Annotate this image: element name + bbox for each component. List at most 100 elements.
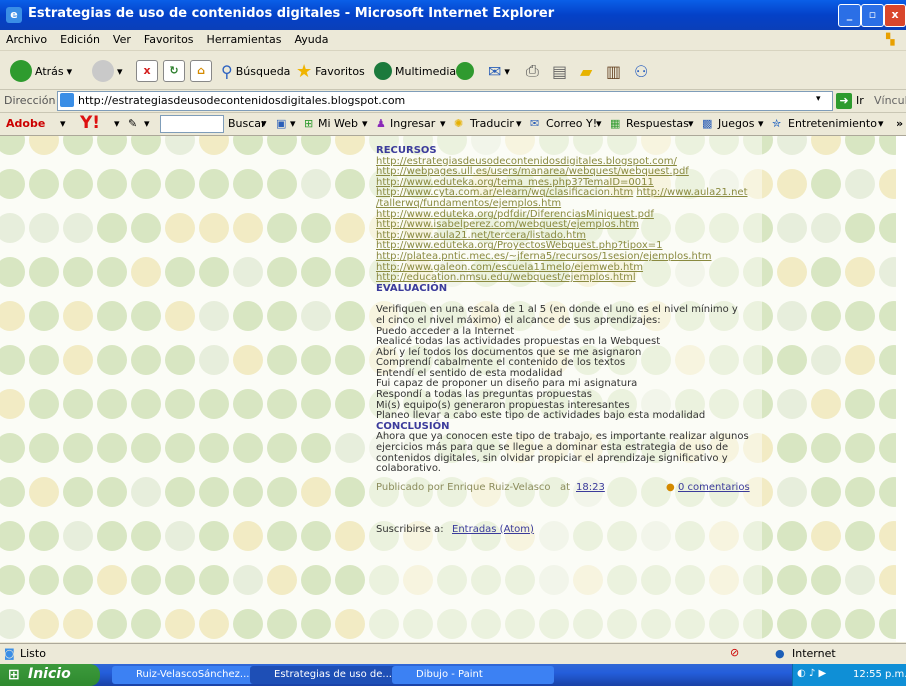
chevron-down-icon[interactable]: ▾	[816, 94, 821, 104]
juegos-button[interactable]: Juegos	[718, 117, 754, 130]
chevron-down-icon[interactable]: ▾	[878, 117, 884, 130]
background-dot	[267, 609, 297, 639]
background-dot	[811, 565, 841, 595]
popup-blocker-icon: ⊘	[730, 646, 740, 659]
resource-link[interactable]: /tallerwq/fundamentos/ejemplos.htm	[376, 198, 756, 210]
chevron-down-icon[interactable]: ▾	[261, 117, 267, 130]
background-dot	[335, 565, 365, 595]
background-dot	[233, 521, 263, 551]
adobe-label[interactable]: Adobe	[6, 117, 45, 130]
entretenimiento-button[interactable]: Entretenimiento	[788, 117, 877, 130]
forward-button[interactable]: ▾	[92, 59, 123, 83]
yahoo-search-input[interactable]	[160, 115, 224, 133]
menu-ver[interactable]: Ver	[107, 30, 138, 46]
ingresar-button[interactable]: Ingresar	[390, 117, 435, 130]
background-dot	[131, 213, 161, 243]
chevron-down-icon[interactable]: ▾	[290, 117, 296, 130]
overflow-chevron-icon[interactable]: »	[896, 117, 903, 130]
research-icon[interactable]: ▥	[606, 62, 621, 81]
resource-link[interactable]: http://platea.pntic.mec.es/~jferna5/recu…	[376, 251, 756, 263]
menu-herramientas[interactable]: Herramientas	[201, 30, 289, 46]
taskbar-item-paint[interactable]: Dibujo - Paint	[392, 666, 554, 684]
background-dot	[845, 389, 875, 419]
background-dot	[131, 433, 161, 463]
post-time-link[interactable]: 18:23	[576, 482, 605, 494]
chevron-down-icon[interactable]: ▾	[114, 117, 120, 130]
background-dot	[97, 433, 127, 463]
menu-ayuda[interactable]: Ayuda	[288, 30, 335, 46]
back-button[interactable]: Atrás ▾	[10, 59, 72, 83]
background-dot	[131, 136, 161, 155]
background-dot	[29, 169, 59, 199]
start-button[interactable]: ⊞ Inicio	[0, 664, 100, 686]
history-icon[interactable]	[456, 62, 474, 80]
links-label[interactable]: Vínculos	[866, 94, 906, 107]
background-dot	[0, 257, 25, 287]
chevron-down-icon[interactable]: ▾	[758, 117, 764, 130]
menu-favoritos[interactable]: Favoritos	[138, 30, 201, 46]
background-dot	[301, 565, 331, 595]
home-icon[interactable]: ⌂	[190, 60, 212, 82]
chevron-down-icon[interactable]: ▾	[688, 117, 694, 130]
favorites-button[interactable]: ★ Favoritos	[296, 59, 365, 83]
respuestas-button[interactable]: Respuestas	[626, 117, 689, 130]
resource-link[interactable]: http://www.cyta.com.ar/elearn/wq/clasifi…	[376, 187, 633, 199]
subscribe-atom-link[interactable]: Entradas (Atom)	[452, 524, 534, 536]
folder-icon[interactable]: ▰	[580, 62, 592, 81]
background-dot	[165, 345, 195, 375]
edit-icon[interactable]: ▤	[552, 62, 567, 81]
minimize-button[interactable]: _	[838, 4, 861, 27]
task-label: Estrategias de uso de...	[274, 669, 392, 680]
chevron-down-icon[interactable]: ▾	[60, 117, 66, 130]
background-dot	[199, 345, 229, 375]
yahoo-search-button[interactable]: Buscar	[228, 117, 266, 130]
resource-link[interactable]: http://www.aula21.net	[636, 187, 747, 199]
chevron-down-icon[interactable]: ▾	[362, 117, 368, 130]
go-label[interactable]: Ir	[856, 94, 864, 107]
stop-icon[interactable]: x	[136, 60, 158, 82]
go-arrow-icon[interactable]: ➜	[836, 93, 852, 109]
background-dot	[199, 301, 229, 331]
background-dot	[165, 389, 195, 419]
background-dot	[301, 521, 331, 551]
at-label: at	[560, 481, 571, 493]
background-dot	[301, 477, 331, 507]
tray-icons[interactable]: ◐ ♪ ▶	[797, 668, 826, 679]
background-dot	[97, 389, 127, 419]
menu-archivo[interactable]: Archivo	[0, 30, 54, 46]
search-button[interactable]: ⚲ Búsqueda	[221, 59, 290, 83]
taskbar-item-ie[interactable]: Estrategias de uso de...	[250, 666, 412, 684]
maximize-button[interactable]: ▫	[861, 4, 884, 27]
messenger-icon[interactable]: ⚇	[634, 62, 648, 81]
pencil-icon[interactable]: ✎	[128, 117, 137, 130]
chevron-down-icon[interactable]: ▾	[144, 117, 150, 130]
chevron-down-icon[interactable]: ▾	[516, 117, 522, 130]
background-dot	[267, 433, 297, 463]
yahoo-logo-icon[interactable]: Y!	[80, 113, 100, 133]
user-icon: ♟	[376, 117, 386, 130]
background-dot	[199, 609, 229, 639]
background-dot	[845, 609, 875, 639]
taskbar-item-word[interactable]: Ruiz-VelascoSánchez...	[112, 666, 256, 684]
background-dot	[845, 521, 875, 551]
print-icon[interactable]: ⎙	[526, 61, 539, 81]
highlight-icon[interactable]: ▣	[276, 117, 286, 130]
address-input[interactable]: http://estrategiasdeusodecontenidosdigit…	[57, 91, 833, 111]
close-button[interactable]: x	[884, 4, 906, 27]
menu-edicion[interactable]: Edición	[54, 30, 107, 46]
mi-web-button[interactable]: Mi Web	[318, 117, 358, 130]
multimedia-button[interactable]: Multimedia	[374, 59, 456, 83]
page-icon	[60, 93, 74, 107]
vertical-scrollbar[interactable]	[896, 136, 906, 642]
correo-button[interactable]: Correo Y!	[546, 117, 597, 130]
background-dot	[63, 301, 93, 331]
chevron-down-icon[interactable]: ▾	[440, 117, 446, 130]
traducir-button[interactable]: Traducir	[470, 117, 514, 130]
background-dot	[233, 477, 263, 507]
chevron-down-icon[interactable]: ▾	[596, 117, 602, 130]
background-dot	[0, 169, 25, 199]
comments-link[interactable]: 0 comentarios	[678, 482, 750, 494]
background-dot	[233, 389, 263, 419]
mail-button[interactable]: ✉ ▾	[488, 59, 510, 83]
refresh-icon[interactable]: ↻	[163, 60, 185, 82]
